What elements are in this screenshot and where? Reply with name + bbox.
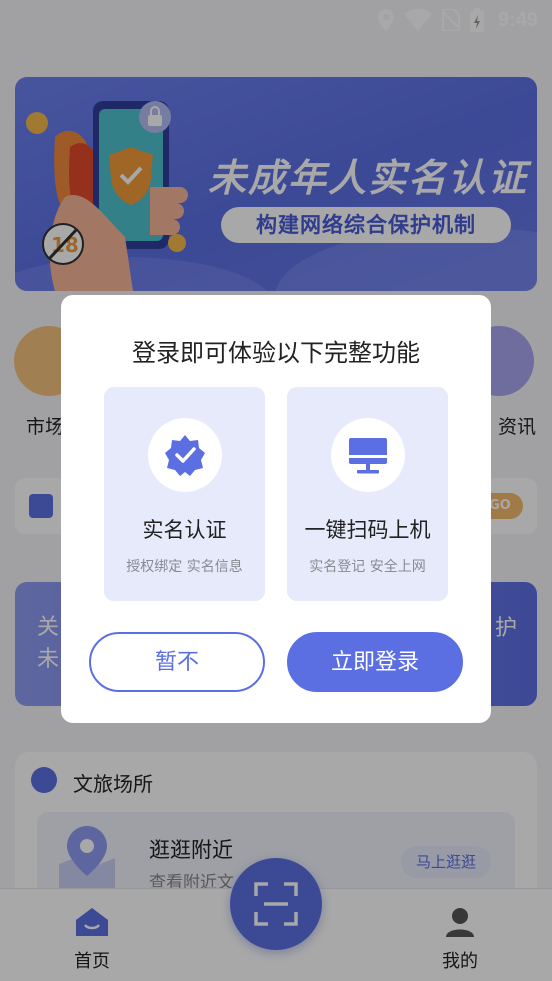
feature-title: 一键扫码上机	[304, 518, 431, 542]
not-now-button[interactable]: 暂不	[89, 632, 265, 692]
feature-desc: 实名登记 安全上网	[309, 559, 426, 575]
feature-card-scan-login: 一键扫码上机 实名登记 安全上网	[287, 387, 448, 601]
feature-icon-circle	[147, 418, 222, 492]
computer-icon	[348, 438, 387, 474]
verified-badge-icon	[164, 435, 205, 476]
login-prompt-dialog: 登录即可体验以下完整功能 实名认证 授权绑定 实名信息 一键扫码上机 实名登记 …	[61, 295, 491, 723]
feature-card-realname: 实名认证 授权绑定 实名信息	[104, 387, 265, 601]
login-now-button[interactable]: 立即登录	[287, 632, 463, 692]
feature-desc: 授权绑定 实名信息	[126, 559, 243, 575]
feature-title: 实名认证	[142, 518, 227, 542]
dialog-title: 登录即可体验以下完整功能	[132, 339, 420, 367]
feature-icon-circle	[330, 418, 405, 492]
